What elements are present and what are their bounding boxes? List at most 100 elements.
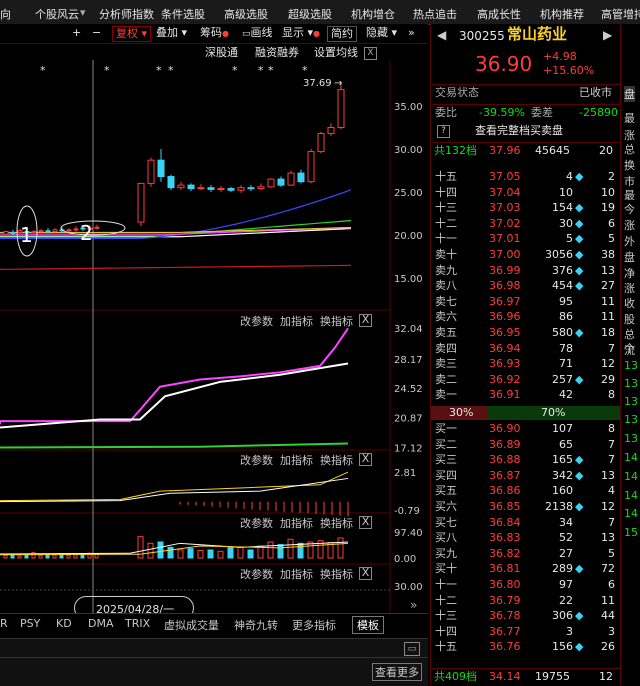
- simple-button[interactable]: 简约: [327, 26, 357, 42]
- book-row[interactable]: 十三 36.78 306 ◆ 44: [431, 608, 621, 624]
- chip-button[interactable]: 筹码●: [200, 26, 229, 40]
- menu-item-4[interactable]: 高级选股: [224, 6, 268, 22]
- add-indicator-button[interactable]: 加指标: [280, 566, 313, 582]
- book-row[interactable]: 卖三 36.93 71 12: [431, 356, 621, 372]
- book-row[interactable]: 卖六 36.96 86 11: [431, 309, 621, 325]
- book-volume: 86: [559, 310, 573, 324]
- menu-item-1[interactable]: 个股风云: [35, 6, 79, 22]
- close-icon[interactable]: X: [364, 47, 377, 60]
- book-row[interactable]: 卖二 36.92 257 ◆ 29: [431, 372, 621, 388]
- book-row[interactable]: 买五 36.86 160 4: [431, 483, 621, 499]
- book-level-label: 买二: [435, 437, 457, 451]
- tab-0[interactable]: R: [0, 617, 8, 630]
- zoom-in-button[interactable]: +: [72, 26, 81, 40]
- book-flag-icon: ◆: [575, 562, 584, 576]
- menu-item-0[interactable]: 向: [0, 6, 11, 22]
- draw-line-button[interactable]: ▭画线: [242, 26, 273, 40]
- book-price: 36.88: [489, 453, 521, 467]
- swap-indicator-button[interactable]: 换指标: [320, 452, 353, 468]
- hide-dropdown[interactable]: 隐藏 ▾: [366, 26, 397, 40]
- book-row[interactable]: 买六 36.85 2138 ◆ 12: [431, 499, 621, 515]
- overlay-dropdown[interactable]: 叠加 ▾: [156, 26, 187, 40]
- menu-item-6[interactable]: 机构增仓: [351, 6, 395, 22]
- book-row[interactable]: 十四 36.77 3 3: [431, 624, 621, 640]
- book-row[interactable]: 卖一 36.91 42 8: [431, 387, 621, 403]
- candle-body: [187, 184, 195, 190]
- margin-button[interactable]: 融资融券: [255, 46, 299, 60]
- menu-item-5[interactable]: 超级选股: [288, 6, 332, 22]
- book-row[interactable]: 买八 36.83 52 13: [431, 530, 621, 546]
- book-count: 6: [608, 578, 615, 591]
- tab-1[interactable]: PSY: [20, 617, 40, 630]
- help-icon[interactable]: ?: [437, 125, 450, 138]
- back-arrow-icon[interactable]: ◀: [437, 27, 446, 43]
- swap-indicator-button[interactable]: 换指标: [320, 566, 353, 582]
- book-row[interactable]: 卖八 36.98 454 ◆ 27: [431, 278, 621, 294]
- zoom-out-button[interactable]: −: [92, 26, 101, 40]
- tab-6[interactable]: 神奇九转: [234, 617, 278, 633]
- book-row[interactable]: 买七 36.84 34 7: [431, 515, 621, 531]
- book-row[interactable]: 十五 37.05 4 ◆ 2: [431, 169, 621, 185]
- minimize-icon[interactable]: ▭: [404, 642, 420, 656]
- change-param-button[interactable]: 改参数: [240, 452, 273, 468]
- fuquan-dropdown[interactable]: 复权 ▾: [112, 26, 152, 42]
- book-count: 11: [601, 294, 615, 308]
- menu-item-8[interactable]: 高成长性: [477, 6, 521, 22]
- swap-indicator-button[interactable]: 换指标: [320, 515, 353, 531]
- book-row[interactable]: 买二 36.89 65 7: [431, 437, 621, 453]
- book-row[interactable]: 卖九 36.99 376 ◆ 13: [431, 263, 621, 279]
- tab-7[interactable]: 更多指标: [292, 617, 336, 633]
- add-indicator-button[interactable]: 加指标: [280, 313, 313, 329]
- book-row[interactable]: 十二 36.79 22 11: [431, 593, 621, 609]
- weicha-label: 委差: [531, 106, 553, 119]
- swap-indicator-button[interactable]: 换指标: [320, 313, 353, 329]
- book-row[interactable]: 十一 37.01 5 ◆ 5: [431, 231, 621, 247]
- book-row[interactable]: 十一 36.80 97 6: [431, 577, 621, 593]
- close-icon[interactable]: X: [359, 314, 372, 327]
- scroll-right-icon[interactable]: »: [410, 598, 417, 612]
- full-book-row[interactable]: ? 查看完整档买卖盘: [431, 123, 621, 139]
- book-row[interactable]: 十五 36.76 156 ◆ 26: [431, 639, 621, 655]
- book-count: 8: [608, 422, 615, 435]
- change-param-button[interactable]: 改参数: [240, 566, 273, 582]
- close-icon[interactable]: X: [359, 516, 372, 529]
- book-row[interactable]: 买一 36.90 107 8: [431, 421, 621, 437]
- menu-item-7[interactable]: 热点追击: [413, 6, 457, 22]
- close-icon[interactable]: X: [359, 567, 372, 580]
- menu-item-9[interactable]: 机构推荐: [540, 6, 584, 22]
- shengangtong-button[interactable]: 深股通: [205, 46, 238, 60]
- add-indicator-button[interactable]: 加指标: [280, 452, 313, 468]
- book-row[interactable]: 卖五 36.95 580 ◆ 18: [431, 325, 621, 341]
- tab-8[interactable]: 模板: [352, 616, 384, 634]
- menu-item-3[interactable]: 条件选股: [161, 6, 205, 22]
- kline-chart[interactable]: 35.0030.0025.0020.0015.0037.69 →* * * * * * * *1…: [0, 60, 428, 615]
- book-row[interactable]: 十四 37.04 10 10: [431, 185, 621, 201]
- book-row[interactable]: 买四 36.87 342 ◆ 13: [431, 468, 621, 484]
- book-row[interactable]: 卖四 36.94 78 7: [431, 341, 621, 357]
- change-param-button[interactable]: 改参数: [240, 515, 273, 531]
- tab-3[interactable]: DMA: [88, 617, 114, 630]
- book-row[interactable]: 卖七 36.97 95 11: [431, 294, 621, 310]
- book-row[interactable]: 十二 37.02 30 ◆ 6: [431, 216, 621, 232]
- volume-bar: [17, 555, 22, 559]
- forward-arrow-icon[interactable]: ▶: [603, 27, 612, 43]
- book-row[interactable]: 买三 36.88 165 ◆ 7: [431, 452, 621, 468]
- book-row[interactable]: 买十 36.81 289 ◆ 72: [431, 561, 621, 577]
- expand-button[interactable]: »: [408, 26, 415, 40]
- tab-5[interactable]: 虚拟成交量: [164, 617, 219, 633]
- book-row[interactable]: 卖十 37.00 3056 ◆ 38: [431, 247, 621, 263]
- ma-settings-button[interactable]: 设置均线: [314, 46, 358, 60]
- book-row[interactable]: 买九 36.82 27 5: [431, 546, 621, 562]
- view-more-button[interactable]: 查看更多: [372, 663, 422, 681]
- menu-item-2[interactable]: 分析师指数: [99, 6, 154, 22]
- ind2-white-line: [0, 477, 349, 503]
- tab-4[interactable]: TRIX: [125, 617, 150, 630]
- display-dropdown[interactable]: 显示 ▾●: [282, 26, 320, 40]
- add-indicator-button[interactable]: 加指标: [280, 515, 313, 531]
- change-param-button[interactable]: 改参数: [240, 313, 273, 329]
- book-row[interactable]: 十三 37.03 154 ◆ 19: [431, 200, 621, 216]
- full-book-button[interactable]: 查看完整档买卖盘: [475, 123, 563, 139]
- menu-item-10[interactable]: 高管增持: [601, 6, 640, 22]
- tab-2[interactable]: KD: [56, 617, 72, 630]
- close-icon[interactable]: X: [359, 453, 372, 466]
